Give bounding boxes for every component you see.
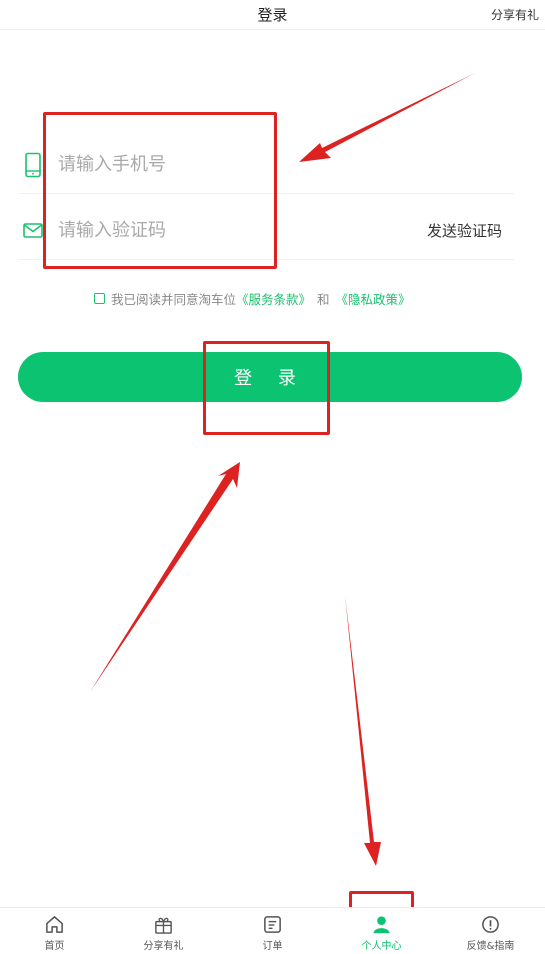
tab-share-gift[interactable]: 分享有礼	[109, 908, 218, 954]
bottom-tab-bar: 首页 分享有礼 订单 个人中心 反馈&指南	[0, 907, 545, 954]
tab-label: 订单	[262, 941, 283, 952]
tab-label: 个人中心	[361, 941, 402, 952]
annotation-arrow-tab	[345, 595, 381, 866]
info-icon	[482, 916, 499, 933]
tab-label: 反馈&指南	[466, 941, 515, 952]
tab-feedback-guide[interactable]: 反馈&指南	[436, 908, 545, 954]
gift-icon	[155, 917, 172, 934]
home-icon	[46, 916, 63, 933]
annotation-arrow-login	[90, 462, 240, 692]
tab-profile[interactable]: 个人中心	[327, 908, 436, 954]
annotation-arrow-inputs	[299, 73, 475, 162]
order-icon	[264, 916, 281, 933]
tab-home[interactable]: 首页	[0, 908, 109, 954]
tab-label: 分享有礼	[143, 941, 184, 952]
annotation-arrows	[90, 73, 475, 866]
tab-orders[interactable]: 订单	[218, 908, 327, 954]
person-icon	[373, 916, 390, 934]
tab-label: 首页	[44, 941, 65, 952]
